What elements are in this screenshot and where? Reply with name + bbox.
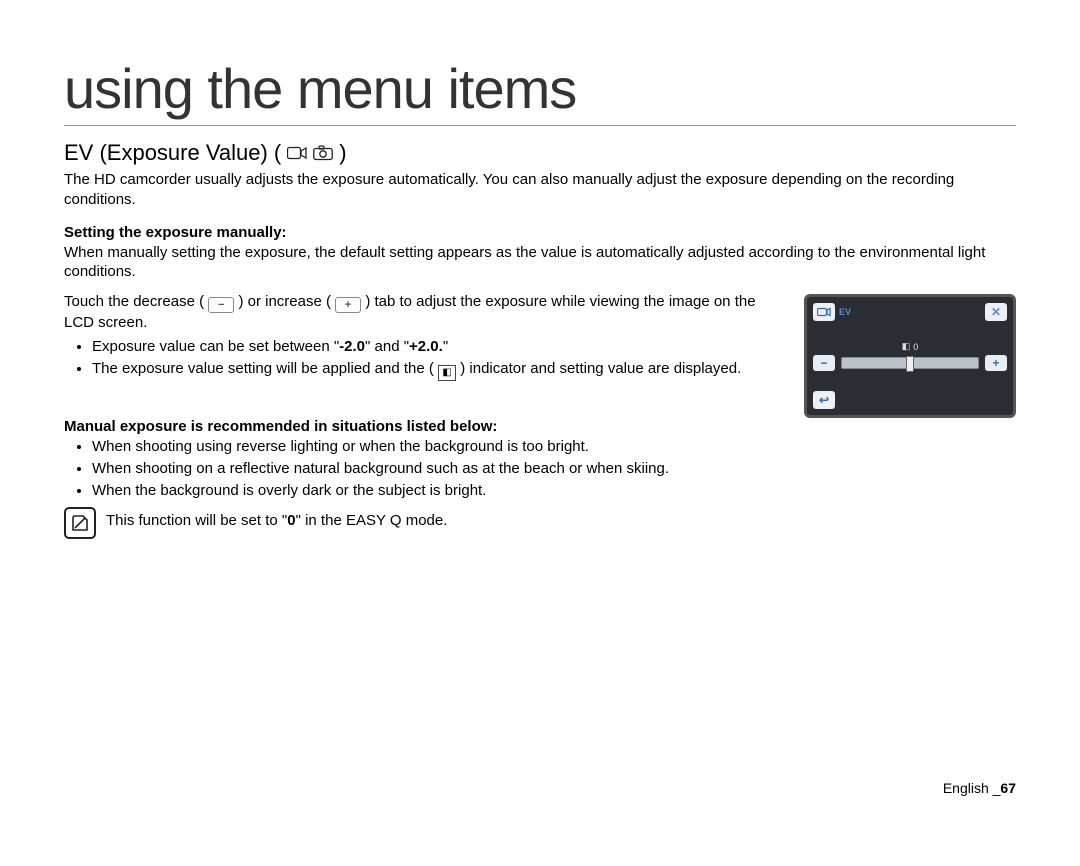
manual-p1: When manually setting the exposure, the … bbox=[64, 243, 1016, 283]
increase-button-icon: + bbox=[335, 297, 361, 313]
lcd-preview: EV ✕ ◧ 0 − + ↩ bbox=[804, 294, 1016, 418]
lcd-close-button[interactable]: ✕ bbox=[985, 303, 1007, 321]
manual-bullets: Exposure value can be set between "-2.0"… bbox=[64, 337, 786, 380]
manual-heading: Setting the exposure manually: bbox=[64, 224, 1016, 241]
lcd-top-bar: EV ✕ bbox=[813, 303, 1007, 321]
decrease-button-icon: − bbox=[208, 297, 234, 313]
instruction-text-column: Touch the decrease ( − ) or increase ( +… bbox=[64, 292, 786, 394]
manual-page: using the menu items EV (Exposure Value)… bbox=[0, 0, 1080, 810]
video-mode-icon bbox=[287, 145, 307, 161]
section-title-text: EV (Exposure Value) ( bbox=[64, 140, 281, 166]
section-title-close: ) bbox=[339, 140, 346, 166]
lcd-ev-small-icon: ◧ bbox=[902, 341, 911, 352]
bullet-range: Exposure value can be set between "-2.0"… bbox=[92, 337, 786, 357]
lcd-minus-button[interactable]: − bbox=[813, 355, 835, 371]
bullet-indicator: The exposure value setting will be appli… bbox=[92, 359, 786, 381]
manual-p2: Touch the decrease ( − ) or increase ( +… bbox=[64, 292, 786, 333]
lcd-back-button[interactable]: ↩ bbox=[813, 391, 835, 409]
note-icon bbox=[64, 507, 96, 539]
chapter-title: using the menu items bbox=[64, 56, 1016, 126]
section-intro: The HD camcorder usually adjusts the exp… bbox=[64, 170, 1016, 210]
section-title: EV (Exposure Value) ( ) bbox=[64, 140, 1016, 166]
footer-page: 67 bbox=[1000, 780, 1016, 796]
note-text: This function will be set to "0" in the … bbox=[106, 507, 447, 531]
list-item: When the background is overly dark or th… bbox=[92, 481, 1016, 501]
lcd-ev-label: EV bbox=[813, 303, 851, 321]
lcd-bottom-bar: ↩ bbox=[813, 391, 1007, 409]
lcd-plus-button[interactable]: + bbox=[985, 355, 1007, 371]
lcd-slider[interactable] bbox=[841, 357, 979, 369]
page-footer: English _67 bbox=[943, 780, 1016, 796]
photo-mode-icon bbox=[313, 145, 333, 161]
lcd-ev-value: ◧ 0 bbox=[902, 341, 919, 352]
note-row: This function will be set to "0" in the … bbox=[64, 507, 1016, 539]
lcd-mode-icon bbox=[813, 303, 835, 321]
recommend-list: When shooting using reverse lighting or … bbox=[64, 437, 1016, 500]
list-item: When shooting using reverse lighting or … bbox=[92, 437, 1016, 457]
list-item: When shooting on a reflective natural ba… bbox=[92, 459, 1016, 479]
recommend-heading: Manual exposure is recommended in situat… bbox=[64, 418, 1016, 435]
lcd-slider-row: − + bbox=[813, 355, 1007, 371]
lcd-middle: ◧ 0 − + bbox=[813, 327, 1007, 385]
footer-lang: English _ bbox=[943, 780, 1001, 796]
instruction-with-lcd: Touch the decrease ( − ) or increase ( +… bbox=[64, 292, 1016, 418]
ev-indicator-icon: ◧ bbox=[438, 365, 456, 381]
